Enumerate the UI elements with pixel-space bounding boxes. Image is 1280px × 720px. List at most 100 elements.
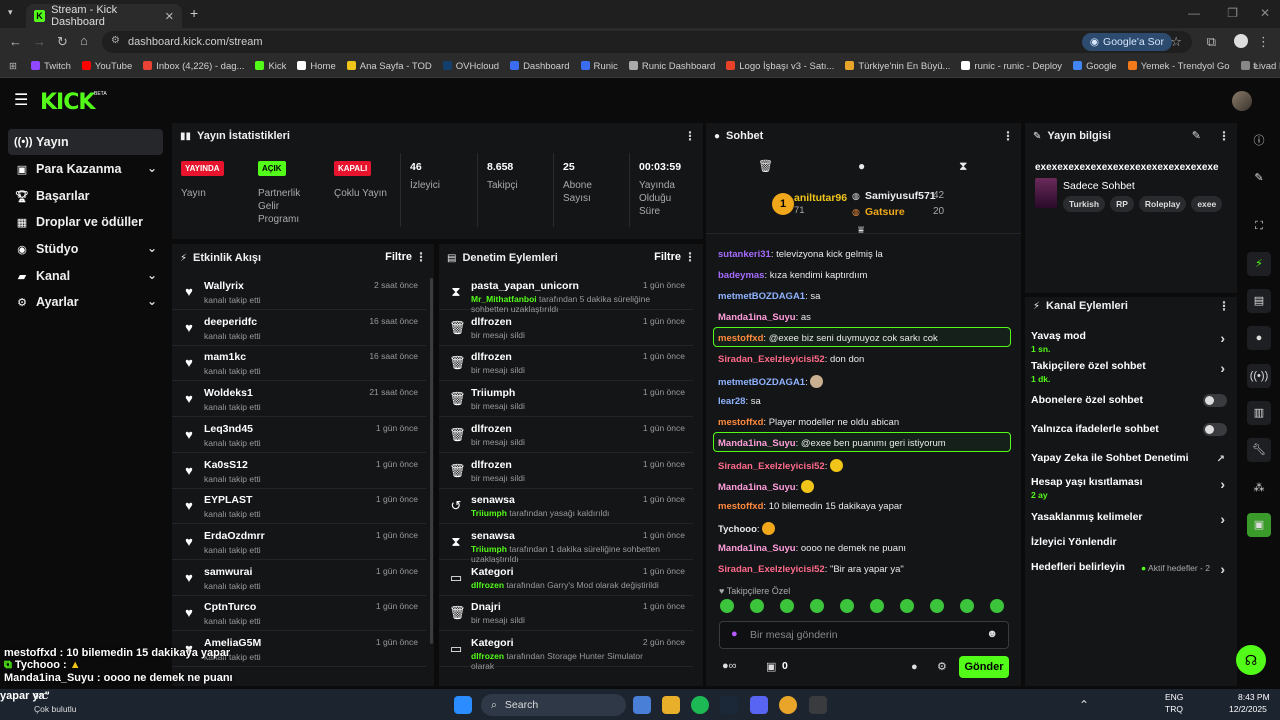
activity-row[interactable]: ♥ samwurai kanalı takip etti 1 gün önce [172,560,426,596]
activity-row[interactable]: ♥ CptnTurco kanalı takip etti 1 gün önce [172,595,426,632]
edit-icon[interactable]: ✎ [1192,129,1201,142]
emote-icon[interactable] [900,599,914,613]
file-explorer-icon[interactable] [662,696,680,714]
emote-icon[interactable] [930,599,944,613]
extensions-icon[interactable]: ⧉ [1207,34,1216,50]
clock-time[interactable]: 8:43 PM [1238,692,1270,702]
chat-bubble-icon[interactable]: ● [858,159,865,173]
channel-action-row[interactable]: Yapay Zeka ile Sohbet Denetimi ↗ [1031,452,1227,465]
home-icon[interactable]: ⌂ [80,33,88,48]
edit-icon[interactable]: ✎ [1247,166,1271,190]
bookmark-item[interactable]: Kick [255,61,286,72]
sidebar-item-para-kazanma[interactable]: ▣ Para Kazanma ⌄ [8,156,163,182]
emoji-icon[interactable]: ☻ [986,628,998,640]
help-support-icon[interactable]: ☊ [1236,645,1266,675]
bookmark-item[interactable]: Google [1073,61,1117,72]
trash-icon[interactable]: 🗑︎ [758,159,773,173]
bookmark-item[interactable]: Dashboard [510,61,570,72]
sidebar-item-droplar[interactable]: ▦ Droplar ve ödüller [8,209,163,235]
activity-row[interactable]: ♥ EYPLAST kanalı takip etti 1 gün önce [172,488,426,525]
chat-username[interactable]: mestoffxd [718,417,763,428]
game-thumbnail-icon[interactable]: ▣ [1247,513,1271,537]
bookmark-item[interactable]: YouTube [81,61,132,72]
moderation-row[interactable]: 🗑︎ Triiumph bir mesajı sildi 1 gün önce [439,381,693,418]
apps-grid-icon[interactable]: ⊞ [9,61,17,72]
toggle-switch[interactable] [1203,394,1227,407]
activity-row[interactable]: ♥ Wallyrix kanalı takip etti 2 saat önce [172,274,426,310]
bookmark-item[interactable]: Runic Dashboard [628,61,715,72]
emote-icon[interactable] [960,599,974,613]
hamburger-menu-icon[interactable]: ☰ [14,90,28,110]
moderation-row[interactable]: 🗑︎ dlfrozen bir mesajı sildi 1 gün önce [439,345,693,382]
tag-chip[interactable]: exee [1191,196,1223,212]
chat-username[interactable]: badeymas [718,270,764,281]
chat-username[interactable]: Manda1ina_Suyu [718,482,796,493]
browser-menu-icon[interactable]: ⋮ [1257,34,1270,50]
sidebar-item-studyo[interactable]: ◉ Stüdyo ⌄ [8,236,163,262]
activity-scrollbar[interactable] [430,278,433,644]
chat-message[interactable]: Siradan_Exelzleyicisi52: "Bir ara yapar … [718,564,904,575]
sidebar-item-basarilar[interactable]: 🏆︎ Başarılar [8,183,163,209]
moderation-row[interactable]: ⧗ pasta_yapan_unicorn Mr_Mithatfanboi tara… [439,274,693,314]
close-window-icon[interactable]: ✕ [1260,6,1270,20]
broadcast-icon[interactable]: ((•)) [1247,364,1271,388]
chat-message[interactable]: Manda1ina_Suyu: [718,480,814,493]
emote-icon[interactable] [990,599,1004,613]
chat-username[interactable]: lear28 [718,396,745,407]
bookmark-item[interactable]: Ana Sayfa - TOD [346,61,432,72]
activity-row[interactable]: ♥ deeperidfc kanalı takip etti 16 saat önce [172,310,426,346]
language-indicator[interactable]: ENG [1165,692,1183,702]
leader-name[interactable]: Gatsure [865,206,905,218]
chat-username[interactable]: sutankeri31 [718,249,771,260]
chat-message[interactable]: badeymas: kıza kendimi kaptırdıım [718,270,867,281]
chrome-icon[interactable] [779,696,797,714]
emote-icon[interactable] [870,599,884,613]
bookmark-item[interactable]: OVHcloud [442,61,499,72]
moderation-row[interactable]: ▭ Kategori dlfrozen tarafından Garry's Mod… [439,560,693,596]
profile-icon[interactable] [1234,34,1248,48]
tag-chip[interactable]: RP [1110,196,1134,212]
site-info-icon[interactable]: ⚙ [111,35,120,46]
chat-message[interactable]: Siradan_Exelzleyicisi52: don don [718,354,864,365]
chat-username[interactable]: Siradan_Exelzleyicisi52 [718,564,825,575]
bookmark-star-icon[interactable]: ☆ [1170,34,1182,50]
bookmark-item[interactable]: Twitch [30,61,71,72]
more-options-icon[interactable]: ⋮ [1218,299,1230,313]
channel-action-row[interactable]: Hedefleri belirleyin ● Aktif hedefler - 2… [1031,561,1227,577]
discord-icon[interactable] [750,696,768,714]
tab-list-icon[interactable]: ▾ [8,7,13,18]
kick-logo[interactable]: KICK [40,90,95,115]
category-name[interactable]: Sadece Sohbet [1063,180,1135,192]
bookmark-item[interactable]: Runic [580,61,618,72]
new-tab-icon[interactable]: + [190,5,198,21]
more-options-icon[interactable]: ⋮ [1218,129,1230,143]
chat-message[interactable]: mestoffxd: 10 bilemedin 15 dakikaya yapa… [718,501,902,512]
channel-action-row[interactable]: Yalnızca ifadelerle sohbet [1031,423,1227,436]
hourglass-icon[interactable]: ⧗ [959,159,967,174]
leader-name[interactable]: Samiyusuf571 [865,190,936,202]
emotes-icon[interactable]: ⁂ [1247,476,1271,500]
bookmark-item[interactable]: Home [297,61,336,72]
wrench-icon[interactable]: 🔧︎ [1247,438,1271,462]
chat-username[interactable]: mestoffxd [718,501,763,512]
bookmark-item[interactable]: runic - runic - Deploy [961,61,1062,72]
google-ask-button[interactable]: ◉ Google'a Sor [1081,33,1172,51]
chat-input[interactable]: ● Bir mesaj gönderin ☻ [719,621,1009,649]
sidebar-item-ayarlar[interactable]: ⚙ Ayarlar ⌄ [8,289,163,315]
moderation-row[interactable]: 🗑︎ Dnajri bir mesajı sildi 1 gün önce [439,595,693,632]
toggle-switch[interactable] [1203,423,1227,436]
chat-message[interactable]: Manda1ina_Suyu: as [718,312,811,323]
activity-row[interactable]: ♥ Leq3nd45 kanalı takip etti 1 gün önce [172,417,426,453]
tag-chip[interactable]: Turkish [1063,196,1106,212]
chat-username[interactable]: metmetBOZDAGA1 [718,291,805,302]
channel-action-row[interactable]: Abonelere özel sohbet [1031,394,1227,407]
more-bookmarks-icon[interactable]: » [1253,60,1258,71]
screenshot-icon[interactable]: ⛶ [1247,214,1271,238]
chat-icon[interactable]: ● [1247,326,1271,350]
chat-message[interactable]: metmetBOZDAGA1: sa [718,291,820,302]
emote-icon[interactable] [720,599,734,613]
chat-username[interactable]: Manda1ina_Suyu [718,312,796,323]
chat-message[interactable]: sutankeri31: televizyona kick gelmiş la [718,249,883,260]
bookmark-item[interactable]: Türkiye'nin En Büyü... [845,61,950,72]
channel-points-icon[interactable]: ●∞ [722,660,737,672]
